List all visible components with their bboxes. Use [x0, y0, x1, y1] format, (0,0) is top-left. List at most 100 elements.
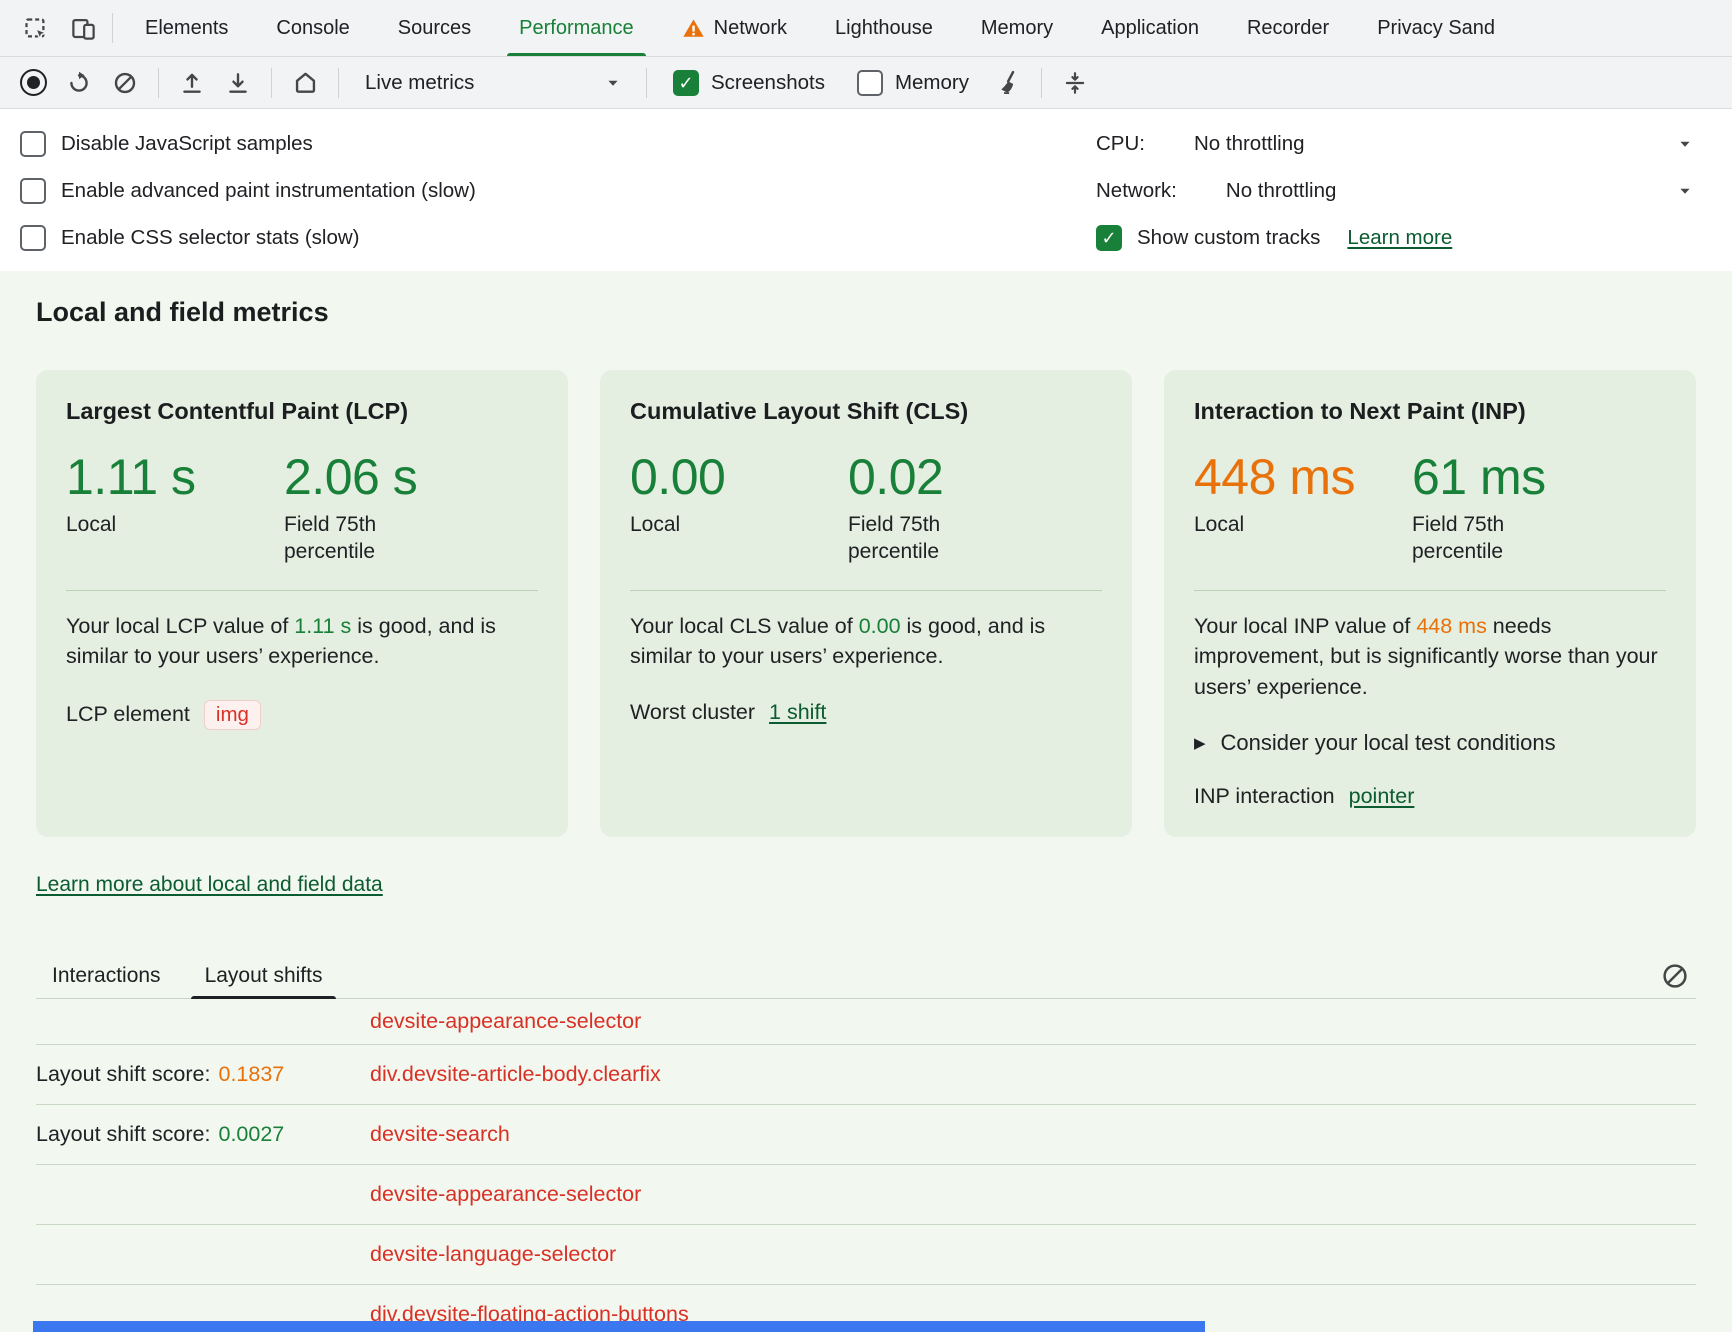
node-link[interactable]: devsite-language-selector: [370, 1242, 616, 1267]
divider: [1041, 68, 1042, 98]
checkbox-unchecked-icon: [20, 131, 46, 157]
desc-text: Your local LCP value of: [66, 614, 294, 638]
lcp-local-value: 1.11 s: [66, 449, 284, 505]
cpu-throttling-select[interactable]: CPU: No throttling: [1096, 120, 1696, 167]
clear-button[interactable]: [104, 63, 146, 103]
tab-label: Lighthouse: [835, 17, 933, 40]
local-test-conditions-disclosure[interactable]: ▶ Consider your local test conditions: [1194, 730, 1666, 756]
network-label: Network:: [1096, 179, 1177, 203]
network-value: No throttling: [1226, 179, 1337, 203]
performance-settings: Disable JavaScript samples Enable advanc…: [0, 109, 1732, 271]
checkbox-unchecked-icon: [20, 178, 46, 204]
tab-privacy-sandbox[interactable]: Privacy Sand: [1353, 0, 1519, 56]
divider: [646, 68, 647, 98]
show-custom-tracks-row: Show custom tracks Learn more: [1096, 214, 1696, 261]
local-label: Local: [66, 511, 284, 538]
record-button[interactable]: [12, 63, 54, 103]
inp-interaction-link[interactable]: pointer: [1349, 784, 1415, 809]
layout-shift-row: Layout shift score: 0.0027 devsite-searc…: [36, 1105, 1696, 1165]
css-selector-stats-checkbox[interactable]: Enable CSS selector stats (slow): [20, 214, 476, 261]
tab-label: Privacy Sand: [1377, 17, 1495, 40]
clear-log-icon[interactable]: [1654, 956, 1696, 996]
divider: [112, 13, 113, 43]
node-link[interactable]: div.devsite-article-body.clearfix: [370, 1062, 661, 1087]
tab-sources[interactable]: Sources: [374, 0, 495, 56]
inp-values: 448 ms Local 61 ms Field 75th percentile: [1194, 449, 1666, 566]
checkbox-unchecked-icon: [857, 70, 883, 96]
settings-right-column: CPU: No throttling Network: No throttlin…: [1096, 120, 1696, 261]
reload-and-record-button[interactable]: [58, 63, 100, 103]
screenshots-checkbox[interactable]: Screenshots: [659, 70, 839, 96]
metric-card-lcp: Largest Contentful Paint (LCP) 1.11 s Lo…: [36, 370, 568, 837]
download-profile-icon[interactable]: [217, 63, 259, 103]
upload-profile-icon[interactable]: [171, 63, 213, 103]
tab-interactions[interactable]: Interactions: [36, 953, 177, 998]
lcp-element-node-link[interactable]: img: [204, 700, 261, 730]
desc-text: Your local INP value of: [1194, 614, 1416, 638]
live-metrics-dropdown[interactable]: Live metrics: [351, 64, 634, 102]
record-icon: [20, 69, 47, 96]
local-field-learn-more-link[interactable]: Learn more about local and field data: [36, 873, 383, 897]
divider: [271, 68, 272, 98]
cls-card-title: Cumulative Layout Shift (CLS): [630, 398, 1102, 425]
custom-tracks-checkbox[interactable]: [1096, 225, 1122, 251]
memory-label: Memory: [895, 71, 969, 95]
layout-shift-row: Layout shift score: 0.1837 div.devsite-a…: [36, 1045, 1696, 1105]
tab-network[interactable]: Network: [658, 0, 811, 56]
disclosure-triangle-icon: ▶: [1194, 734, 1206, 752]
device-toolbar-icon[interactable]: [62, 8, 104, 48]
memory-checkbox[interactable]: Memory: [843, 70, 983, 96]
node-link[interactable]: devsite-appearance-selector: [370, 1182, 641, 1207]
score-cell: Layout shift score: 0.0027: [36, 1122, 370, 1147]
cls-local-value: 0.00: [630, 449, 848, 505]
advanced-paint-checkbox[interactable]: Enable advanced paint instrumentation (s…: [20, 167, 476, 214]
home-icon[interactable]: [284, 63, 326, 103]
tab-memory[interactable]: Memory: [957, 0, 1077, 56]
score-label: Layout shift score:: [36, 1122, 210, 1147]
local-label: Local: [1194, 511, 1412, 538]
inp-field-value: 61 ms: [1412, 449, 1572, 505]
disable-js-samples-label: Disable JavaScript samples: [61, 132, 313, 156]
tab-label: Application: [1101, 17, 1199, 40]
warning-icon: [682, 17, 705, 40]
node-link[interactable]: devsite-search: [370, 1122, 510, 1147]
screenshots-label: Screenshots: [711, 71, 825, 95]
custom-tracks-learn-more-link[interactable]: Learn more: [1347, 226, 1452, 250]
tab-layout-shifts[interactable]: Layout shifts: [189, 953, 339, 998]
tab-recorder[interactable]: Recorder: [1223, 0, 1353, 56]
field-label: Field 75th percentile: [284, 511, 444, 566]
chevron-down-icon: [1674, 180, 1696, 202]
worst-cluster-row: Worst cluster 1 shift: [630, 700, 1102, 725]
lcp-field-value: 2.06 s: [284, 449, 444, 505]
metric-cards: Largest Contentful Paint (LCP) 1.11 s Lo…: [36, 370, 1696, 837]
network-throttling-select[interactable]: Network: No throttling: [1096, 167, 1696, 214]
local-label: Local: [630, 511, 848, 538]
inspect-element-icon[interactable]: [14, 8, 56, 48]
settings-left-column: Disable JavaScript samples Enable advanc…: [20, 120, 476, 261]
worst-cluster-link[interactable]: 1 shift: [769, 700, 826, 725]
horizontal-scrollbar[interactable]: [33, 1321, 1205, 1332]
tab-console[interactable]: Console: [252, 0, 373, 56]
metric-card-cls: Cumulative Layout Shift (CLS) 0.00 Local…: [600, 370, 1132, 837]
score-label: Layout shift score:: [36, 1062, 210, 1087]
desc-value: 448 ms: [1416, 614, 1487, 638]
node-link[interactable]: devsite-appearance-selector: [370, 1009, 641, 1034]
tab-label: Performance: [519, 17, 634, 40]
disable-js-samples-checkbox[interactable]: Disable JavaScript samples: [20, 120, 476, 167]
inp-local-value: 448 ms: [1194, 449, 1412, 505]
tab-performance[interactable]: Performance: [495, 0, 658, 56]
collect-garbage-icon[interactable]: [987, 63, 1029, 103]
layout-shift-row: devsite-language-selector: [36, 1225, 1696, 1285]
tab-application[interactable]: Application: [1077, 0, 1223, 56]
score-value: 0.0027: [218, 1122, 284, 1147]
tab-elements[interactable]: Elements: [121, 0, 252, 56]
tabbar-tools: [14, 0, 104, 56]
advanced-paint-label: Enable advanced paint instrumentation (s…: [61, 179, 476, 203]
metrics-log: Interactions Layout shifts devsite-appea…: [36, 953, 1696, 1332]
divider: [66, 590, 538, 591]
tab-label: Network: [714, 17, 787, 40]
cpu-label: CPU:: [1096, 132, 1145, 156]
collapse-panel-icon[interactable]: [1054, 63, 1096, 103]
cls-description: Your local CLS value of 0.00 is good, an…: [630, 611, 1102, 672]
tab-lighthouse[interactable]: Lighthouse: [811, 0, 957, 56]
